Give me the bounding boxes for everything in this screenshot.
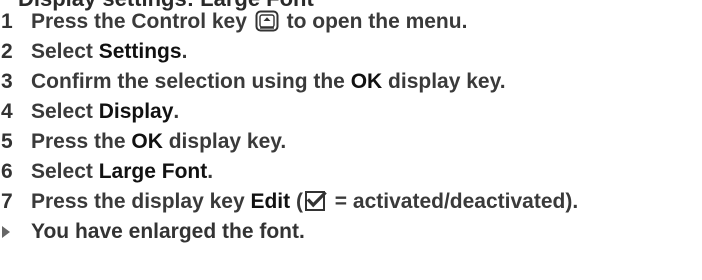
menu-item-display: Display — [98, 100, 174, 123]
step-7: 7 Press the display key Edit ( = activat… — [0, 187, 702, 217]
step-6: 6 Select Large Font. — [0, 157, 702, 187]
step-4: 4 Select Display. — [0, 97, 702, 127]
step-text-after: to open the menu. — [286, 10, 468, 33]
step-text: Confirm the selection using the OK displ… — [31, 67, 506, 97]
step-text-after: = activated/deactivated). — [328, 190, 579, 213]
step-3: 3 Confirm the selection using the OK dis… — [0, 67, 702, 97]
step-text-before: Press the — [31, 130, 132, 153]
step-5: 5 Press the OK display key. — [0, 127, 702, 157]
step-number: 5 — [1, 130, 13, 153]
step-list: 1 Press the Control key to open the menu… — [0, 7, 702, 247]
step-number: 3 — [1, 70, 13, 93]
result-arrow-icon — [2, 226, 10, 238]
step-text: Select Large Font. — [31, 157, 213, 187]
step-2: 2 Select Settings. — [0, 37, 702, 67]
step-text-after: . — [173, 100, 180, 123]
instruction-page: Display settings: Large Font 1 Press the… — [0, 0, 702, 280]
step-text: Select Display. — [31, 97, 179, 127]
step-text: Select Settings. — [31, 37, 187, 67]
step-text-before: Select — [31, 160, 99, 183]
result-line: You have enlarged the font. — [0, 217, 702, 247]
result-text: You have enlarged the font. — [31, 220, 305, 243]
step-text-after: display key. — [382, 70, 506, 93]
step-text-before: Select — [31, 100, 99, 123]
ok-key-label: OK — [350, 70, 383, 93]
checkbox-checked-icon — [304, 190, 327, 220]
ok-key-label: OK — [131, 130, 163, 153]
step-number: 1 — [1, 10, 13, 33]
step-text-before: Select — [31, 40, 99, 63]
step-number: 4 — [1, 100, 13, 123]
menu-item-large-font: Large Font — [98, 160, 208, 183]
step-text-paren-open: ( — [290, 190, 303, 213]
step-text-after: display key. — [162, 130, 287, 153]
step-text: Press the display key Edit ( = activated… — [31, 187, 578, 220]
step-text-before: Press the Control key — [31, 10, 253, 33]
edit-key-label: Edit — [250, 190, 291, 213]
step-text: Press the OK display key. — [31, 127, 286, 157]
menu-item-settings: Settings — [98, 40, 182, 63]
step-number: 2 — [1, 40, 13, 63]
step-text: Press the Control key to open the menu. — [31, 7, 467, 41]
step-text-before: Press the display key — [31, 190, 251, 213]
step-number: 6 — [1, 160, 13, 183]
step-text-before: Confirm the selection using the — [31, 70, 351, 93]
step-text-after: . — [207, 160, 214, 183]
step-1: 1 Press the Control key to open the menu… — [0, 7, 702, 37]
step-number: 7 — [1, 190, 13, 213]
step-text-after: . — [181, 40, 188, 63]
